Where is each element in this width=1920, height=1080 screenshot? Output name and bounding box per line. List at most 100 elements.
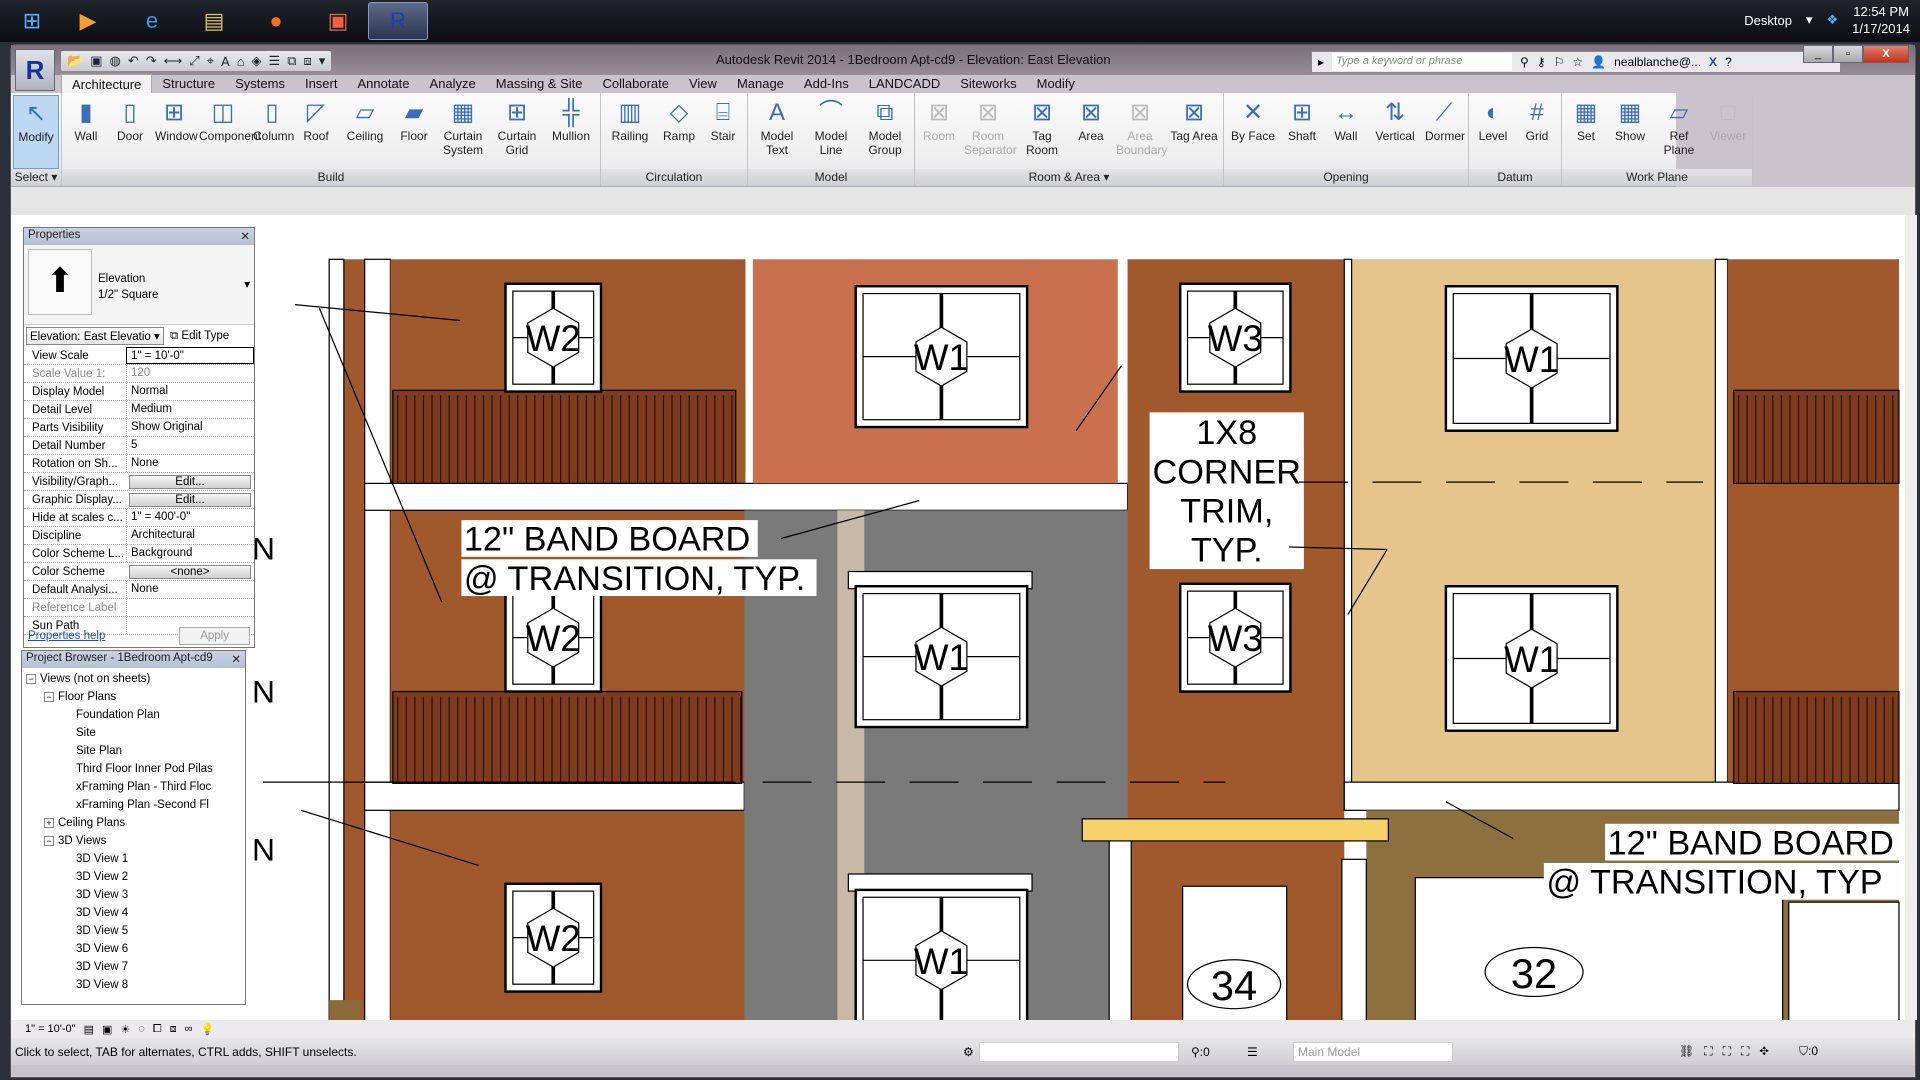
open-icon[interactable]: 📂 (67, 53, 83, 69)
customize-icon[interactable]: ▾ (319, 53, 326, 69)
star-icon[interactable]: ☆ (1572, 55, 1583, 69)
dropdown-icon[interactable]: ▾ (1806, 12, 1813, 28)
vertical-tool[interactable]: ⇅ Vertical (1368, 95, 1422, 169)
design-options-icon[interactable]: ☰ (1247, 1045, 1258, 1059)
modify-tool[interactable]: ↖ Modify (13, 95, 59, 169)
room-separator-tool[interactable]: ⊠ Room Separator (961, 95, 1017, 169)
properties-help-link[interactable]: Properties help (28, 630, 105, 642)
browser-item[interactable]: 3D View 8 (26, 976, 241, 994)
temporary-hide-icon[interactable]: ∞ (185, 1023, 193, 1035)
stair-tool[interactable]: ⌸ Stair (701, 95, 745, 169)
room-tool[interactable]: ⊠ Room (917, 95, 961, 169)
property-value[interactable]: 1" = 10'-0" (126, 347, 254, 364)
browser-item[interactable]: 3D View 4 (26, 904, 241, 922)
curtain-system-tool[interactable]: ▦ Curtain System (436, 95, 490, 169)
internet-explorer-icon[interactable]: e (122, 2, 182, 40)
tab-analyze[interactable]: Analyze (420, 74, 486, 94)
vertical-scrollbar[interactable] (1905, 215, 1917, 1020)
property-row[interactable]: Parts Visibility Show Original (24, 419, 254, 437)
application-menu-button[interactable]: R (15, 49, 55, 91)
explorer-icon[interactable]: ▤ (184, 2, 244, 40)
browser-item[interactable]: Site (26, 724, 241, 742)
tag-room-tool[interactable]: ⊠ Tag Room (1015, 95, 1069, 169)
property-row[interactable]: Discipline Architectural (24, 527, 254, 545)
tab-collaborate[interactable]: Collaborate (592, 74, 679, 94)
help-icon[interactable]: ? (1725, 55, 1732, 69)
revit-taskbar-icon[interactable]: R (368, 2, 428, 40)
area-boundary-tool[interactable]: ⊠ Area Boundary (1113, 95, 1167, 169)
close-icon[interactable]: ✕ (231, 652, 241, 667)
window-tool[interactable]: ⊞ Window (152, 95, 198, 169)
close-icon[interactable]: ✕ (240, 229, 250, 244)
apply-button[interactable]: Apply (179, 627, 250, 645)
property-value[interactable] (126, 599, 254, 616)
property-row[interactable]: Scale Value 1: 120 (24, 365, 254, 383)
column-tool[interactable]: ▯ Column (250, 95, 294, 169)
browser-item[interactable]: 3D View 6 (26, 940, 241, 958)
browser-item[interactable]: Foundation Plan (26, 706, 241, 724)
model-text-tool[interactable]: A Model Text (750, 95, 804, 169)
search-input[interactable]: Type a keyword or phrase (1332, 53, 1513, 71)
viewer-tool[interactable]: □ Viewer (1706, 95, 1750, 169)
tab-annotate[interactable]: Annotate (347, 74, 419, 94)
filter-icon[interactable]: ⛉:0 (1799, 1044, 1818, 1059)
property-row[interactable]: Rotation on Sh... None (24, 455, 254, 473)
type-selector[interactable]: ⬆ Elevation 1/2" Square ▾ (24, 245, 254, 325)
window-w1[interactable]: W1 (854, 888, 1029, 1020)
window-w3[interactable]: W3 (1178, 282, 1292, 393)
property-value[interactable]: 5 (126, 437, 254, 454)
model-line-tool[interactable]: ⌒ Model Line (804, 95, 858, 169)
model-group-tool[interactable]: ⧉ Model Group (858, 95, 912, 169)
editable-only-icon[interactable]: ⚲:0 (1191, 1045, 1210, 1059)
active-workset-dropdown[interactable] (979, 1041, 1179, 1062)
dormer-tool[interactable]: ⟋ Dormer (1422, 95, 1466, 169)
wall-tool[interactable]: ↔ Wall (1324, 95, 1368, 169)
shaft-tool[interactable]: ⊞ Shaft (1280, 95, 1324, 169)
panel-label[interactable]: Model (748, 169, 914, 186)
detail-level-icon[interactable]: ▤ (84, 1023, 94, 1036)
roof-tool[interactable]: ◸ Roof (294, 95, 338, 169)
expand-toggle-icon[interactable]: − (26, 674, 36, 684)
browser-item[interactable]: 3D View 5 (26, 922, 241, 940)
crop-region-icon[interactable]: ⧈ (170, 1023, 177, 1036)
floor-tool[interactable]: ▰ Floor (392, 95, 436, 169)
property-row[interactable]: Display Model Normal (24, 383, 254, 401)
window-w2[interactable]: W2 (504, 582, 603, 693)
close-hidden-icon[interactable]: ⧉ (287, 53, 296, 69)
property-edit-button[interactable]: <none> (129, 564, 251, 579)
panel-label[interactable]: Opening (1224, 169, 1468, 186)
property-row[interactable]: Detail Level Medium (24, 401, 254, 419)
property-row[interactable]: Detail Number 5 (24, 437, 254, 455)
binoculars-icon[interactable]: ⚲ (1520, 55, 1529, 69)
door-tool[interactable]: ▯ Door (108, 95, 152, 169)
area-tool[interactable]: ⊠ Area (1069, 95, 1113, 169)
tab-structure[interactable]: Structure (152, 74, 225, 94)
redo-icon[interactable]: ↷ (146, 53, 157, 69)
expand-toggle-icon[interactable]: − (44, 692, 54, 702)
property-value[interactable]: Background (126, 545, 254, 562)
drawing-canvas[interactable]: W2 W2 W2 W1 W1 W1 W1 W1 W3 W3 12" BAND BOARD @ TR… (11, 215, 1905, 1020)
wall-tool[interactable]: ▮ Wall (64, 95, 108, 169)
tab-architecture[interactable]: Architecture (61, 74, 153, 94)
property-row[interactable]: Default Analysi... None (24, 581, 254, 599)
browser-item[interactable]: −3D Views (26, 832, 241, 850)
tab-massing-site[interactable]: Massing & Site (486, 74, 593, 94)
window-w1[interactable]: W1 (1444, 585, 1619, 732)
grid-tool[interactable]: # Grid (1515, 95, 1559, 169)
property-value[interactable]: Architectural (126, 527, 254, 544)
browser-item[interactable]: 3D View 7 (26, 958, 241, 976)
property-value[interactable]: 1" = 400'-0" (126, 509, 254, 526)
window-w1[interactable]: W1 (854, 585, 1029, 729)
browser-item[interactable]: 3D View 1 (26, 850, 241, 868)
maximize-button[interactable]: ▫ (1833, 45, 1863, 63)
media-player-icon[interactable]: ▶ (58, 2, 118, 40)
property-value[interactable]: None (126, 581, 254, 598)
text-icon[interactable]: A (221, 54, 230, 69)
property-row[interactable]: View Scale 1" = 10'-0" (24, 347, 254, 365)
browser-item[interactable]: 3D View 3 (26, 886, 241, 904)
property-row[interactable]: Graphic Display... Edit... (24, 491, 254, 509)
tab-view[interactable]: View (679, 74, 727, 94)
dropbox-icon[interactable]: ❖ (1827, 12, 1839, 28)
clock[interactable]: 12:54 PM 1/17/2014 (1852, 3, 1910, 37)
property-row[interactable]: Hide at scales c... 1" = 400'-0" (24, 509, 254, 527)
